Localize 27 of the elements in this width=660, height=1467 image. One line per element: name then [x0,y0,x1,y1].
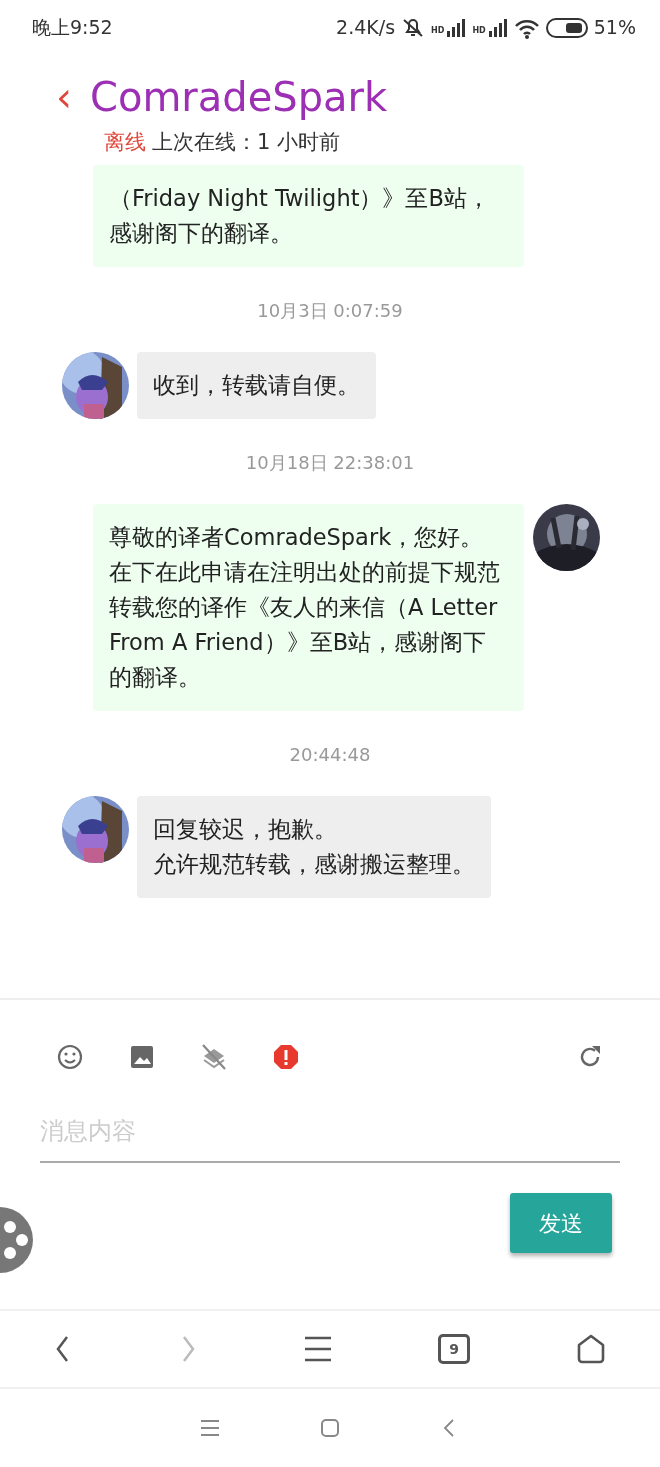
network-speed: 2.4K/s [336,15,396,41]
signal-icon [446,16,467,39]
timestamp: 10月18日 22:38:01 [244,450,416,475]
menu-icon[interactable] [302,1334,333,1364]
message-text: 允许规范转载，感谢搬运整理。 [153,849,475,879]
last-seen-text: 上次在线：1 小时前 [152,130,341,154]
offline-status: 离线 [104,130,146,154]
recents-icon[interactable] [200,1418,220,1438]
message-text: 回复较迟，抱歉。 [153,814,338,844]
contact-name: ComradeSpark [90,73,388,121]
home-icon[interactable] [320,1418,340,1438]
message-text: （Friday Night Twilight）》至B站， [109,183,491,213]
message-text: 收到，转载请自便。 [153,370,360,400]
message-text: 在下在此申请在注明出处的前提下规范转载您的译作《友人的来信（A Letter From A Friend）》至B站，感谢阁下的翻译。 [109,557,501,692]
battery-percent: 51% [593,15,636,41]
tabs-button[interactable]: 9 [438,1334,471,1364]
signal-icon [487,16,508,39]
message-text: 感谢阁下的翻译。 [109,218,294,248]
clock-text: 晚上9:52 [32,15,113,41]
send-button[interactable]: 发送 [510,1193,612,1253]
hd-label: HD [472,27,486,36]
timestamp: 20:44:48 [288,742,372,767]
hd-label: HD [431,27,445,36]
timestamp: 10月3日 0:07:59 [256,298,404,323]
message-text: 尊敬的译者ComradeSpark，您好。 [109,522,485,552]
back-button[interactable]: ‹ [56,77,90,117]
battery-icon [545,17,588,38]
